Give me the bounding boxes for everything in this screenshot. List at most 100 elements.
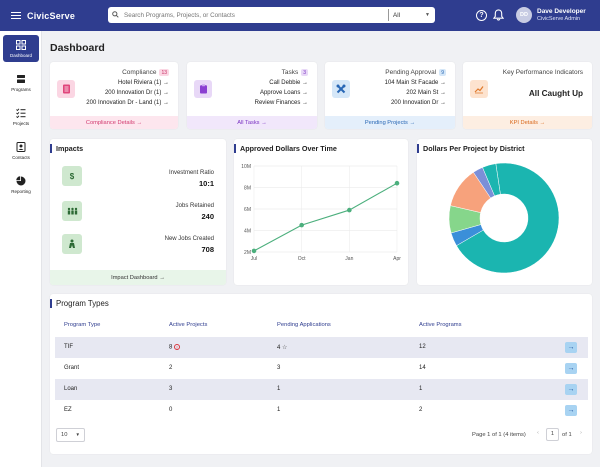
row-open-button[interactable]: →: [565, 405, 577, 416]
document-icon: [57, 80, 75, 98]
table-row[interactable]: Loan 3 1 1: [55, 379, 588, 400]
program-type-cell: Grant: [64, 365, 80, 371]
column-header-program-type[interactable]: Program Type: [64, 322, 100, 328]
sidebar-item-projects[interactable]: Projects: [3, 103, 39, 130]
menu-icon[interactable]: [11, 11, 21, 20]
clipboard-icon: [194, 80, 212, 98]
impact-label: Investment Ratio: [168, 170, 214, 176]
impacts-title: Impacts: [56, 144, 84, 153]
line-chart: 2M4M6M8M10MJul Oct Jan Apr: [241, 164, 401, 262]
pending-item[interactable]: 202 Main St →: [406, 90, 446, 96]
bell-icon[interactable]: [493, 9, 504, 21]
sidebar-item-label: Contacts: [12, 154, 30, 160]
compliance-item[interactable]: Hotel Riviera (1) →: [118, 80, 169, 86]
section-accent: [50, 299, 52, 308]
next-page-icon[interactable]: ›: [580, 430, 582, 436]
arrow-right-icon: →: [567, 344, 575, 351]
task-item[interactable]: Call Debbie →: [269, 80, 308, 86]
arrow-right-icon: →: [159, 274, 165, 281]
arrow-right-icon: →: [163, 100, 169, 106]
search-scope-select[interactable]: All ▼: [388, 9, 435, 21]
page-size-select[interactable]: 10 ▼: [56, 428, 85, 442]
page-info: Page 1 of 1 (4 items): [472, 432, 526, 438]
top-bar: CivicServe All ▼ ? DD Dave Developer Civ…: [0, 0, 600, 31]
search-bar[interactable]: All ▼: [108, 7, 435, 23]
compliance-card: Compliance 13 Hotel Riviera (1) → 200 In…: [50, 62, 178, 129]
impact-dashboard-link[interactable]: Impact Dashboard →: [50, 270, 226, 285]
sidebar-item-reporting[interactable]: Reporting: [3, 171, 39, 198]
app-name[interactable]: CivicServe: [27, 11, 75, 21]
pending-cell: 4 ☆: [277, 345, 288, 351]
data-point: [347, 207, 352, 213]
row-open-button[interactable]: →: [565, 363, 577, 374]
tasks-title: Tasks: [281, 69, 299, 76]
user-name: Dave Developer: [537, 8, 586, 15]
column-header-active-programs[interactable]: Active Programs: [419, 322, 462, 328]
compliance-item[interactable]: 200 Innovation Dr (1) →: [105, 90, 169, 96]
sidebar-item-dashboard[interactable]: Dashboard: [3, 35, 39, 62]
compliance-details-link[interactable]: Compliance Details →: [50, 116, 178, 129]
table-row[interactable]: EZ 0 1 2: [55, 400, 588, 421]
star-icon: ☆: [282, 345, 288, 351]
arrow-right-icon: →: [440, 100, 446, 106]
table-row[interactable]: Grant 2 3 14: [55, 358, 588, 379]
tasks-count-badge: 3: [301, 69, 308, 76]
pending-item[interactable]: 104 Main St Facade →: [385, 80, 446, 86]
pending-projects-link[interactable]: Pending Projects →: [325, 116, 455, 129]
x-tick-label: Apr: [393, 256, 401, 262]
table-row[interactable]: TIF 8 ! 4 ☆ 12: [55, 337, 588, 358]
search-input[interactable]: [124, 11, 392, 19]
impact-value: 708: [201, 245, 214, 254]
programs-cell: 2: [419, 407, 423, 413]
arrow-right-icon: →: [163, 90, 169, 96]
stack-icon: [17, 74, 25, 83]
kpi-details-link[interactable]: KPI Details →: [463, 116, 592, 129]
programs-cell: 14: [419, 365, 426, 371]
task-item[interactable]: Approve Loans →: [260, 90, 308, 96]
section-accent: [234, 144, 236, 153]
page-title: Dashboard: [50, 42, 105, 54]
impact-label: Jobs Retained: [175, 203, 214, 209]
grid-icon: [16, 39, 26, 50]
tasks-card: Tasks 3 Call Debbie → Approve Loans → Re…: [187, 62, 317, 129]
sidebar-item-contacts[interactable]: Contacts: [3, 137, 39, 164]
active-projects-cell: 8 !: [169, 344, 181, 351]
donut-chart: [448, 162, 560, 274]
district-dollars-card: Dollars Per Project by District: [417, 139, 592, 285]
page-size-value: 10: [61, 432, 68, 438]
arrow-right-icon: →: [539, 119, 546, 126]
prev-page-icon[interactable]: ‹: [537, 430, 539, 436]
section-accent: [417, 144, 419, 153]
dollar-icon: $: [62, 166, 82, 186]
pending-count-badge: 9: [439, 69, 446, 76]
sidebar-item-programs[interactable]: Programs: [3, 69, 39, 96]
all-tasks-link[interactable]: All Tasks →: [187, 116, 317, 129]
sidebar-item-label: Reporting: [11, 188, 31, 194]
data-point: [394, 180, 400, 186]
pending-title: Pending Approval: [385, 69, 437, 76]
program-type-cell: TIF: [64, 344, 73, 350]
trend-icon: [470, 80, 488, 98]
kpi-header: Key Performance Indicators: [503, 69, 583, 76]
checklist-icon: [16, 108, 26, 118]
column-header-pending-applications[interactable]: Pending Applications: [277, 322, 331, 328]
column-header-active-projects[interactable]: Active Projects: [169, 322, 207, 328]
current-page-input[interactable]: 1: [546, 428, 559, 441]
help-icon[interactable]: ?: [476, 10, 487, 21]
avatar[interactable]: DD: [516, 7, 532, 23]
chevron-down-icon: ▼: [75, 432, 80, 437]
arrow-right-icon: →: [163, 80, 169, 86]
pending-cell: 1: [277, 407, 281, 413]
total-pages: of 1: [562, 432, 572, 438]
program-type-cell: EZ: [64, 407, 72, 413]
task-item[interactable]: Review Finances →: [255, 100, 308, 106]
row-open-button[interactable]: →: [565, 384, 577, 395]
compliance-item[interactable]: 200 Innovation Dr - Land (1) →: [86, 100, 169, 106]
impacts-card: Impacts $ Investment Ratio 10:1 Jobs Ret…: [50, 139, 226, 285]
row-open-button[interactable]: →: [565, 342, 577, 353]
user-info[interactable]: Dave Developer CivicServe Admin: [537, 8, 586, 23]
pending-item[interactable]: 200 Innovation Dr →: [391, 100, 446, 106]
sidebar-item-label: Projects: [12, 120, 30, 126]
people-icon: [62, 201, 82, 221]
compliance-header: Compliance 13: [122, 69, 169, 76]
